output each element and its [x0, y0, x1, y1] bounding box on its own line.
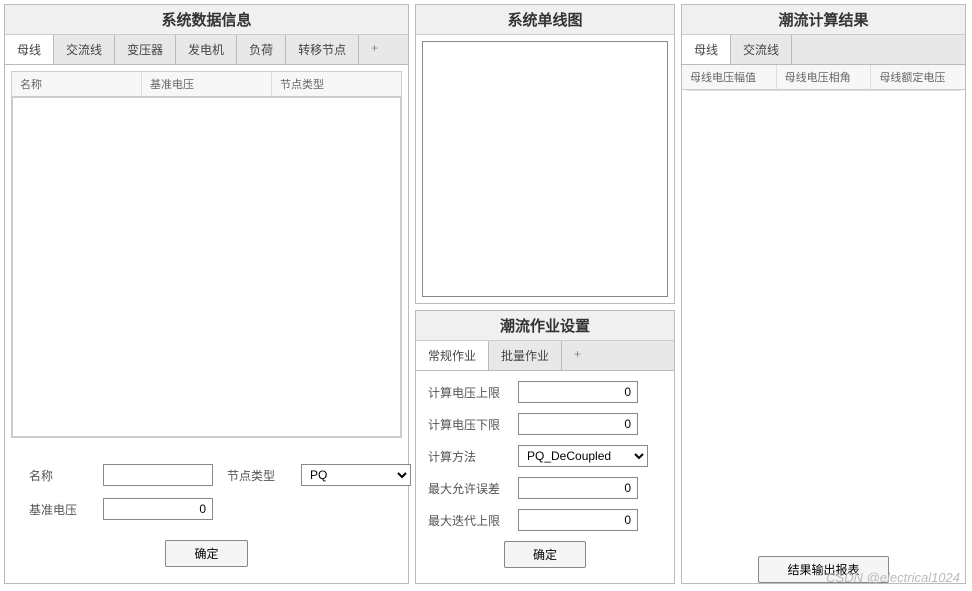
system-data-tabs: 母线 交流线 变压器 发电机 负荷 转移节点 +: [5, 35, 408, 65]
bus-form: 名称 节点类型 PQ 基准电压: [5, 444, 408, 530]
vupper-label: 计算电压上限: [428, 384, 508, 401]
watermark: CSDN @electrical1024: [826, 570, 960, 585]
col-vangle: 母线电压相角: [777, 65, 872, 89]
base-voltage-label: 基准电压: [29, 501, 89, 518]
col-name: 名称: [12, 72, 142, 96]
method-label: 计算方法: [428, 448, 508, 465]
settings-tabs: 常规作业 批量作业 +: [416, 341, 674, 371]
settings-add-tab-icon[interactable]: +: [562, 341, 593, 370]
col-base-voltage: 基准电压: [142, 72, 272, 96]
tol-input[interactable]: [518, 477, 638, 499]
add-tab-icon[interactable]: +: [359, 35, 390, 64]
bus-table-header: 名称 基准电压 节点类型: [12, 72, 401, 97]
tab-acline[interactable]: 交流线: [54, 35, 115, 64]
tol-label: 最大允许误差: [428, 480, 508, 497]
results-tab-bus[interactable]: 母线: [682, 35, 731, 64]
method-select[interactable]: PQ_DeCoupled: [518, 445, 648, 467]
vupper-input[interactable]: [518, 381, 638, 403]
settings-form: 计算电压上限 计算电压下限 计算方法 PQ_DeCoupled 最大允许误差: [416, 371, 674, 578]
tab-transfer-node[interactable]: 转移节点: [286, 35, 359, 64]
node-type-select[interactable]: PQ: [301, 464, 411, 486]
col-vrated: 母线额定电压: [871, 65, 965, 89]
col-node-type: 节点类型: [272, 72, 401, 96]
results-tab-acline[interactable]: 交流线: [731, 35, 792, 64]
results-table-header: 母线电压幅值 母线电压相角 母线额定电压: [682, 65, 965, 90]
tab-load[interactable]: 负荷: [237, 35, 286, 64]
tab-transformer[interactable]: 变压器: [115, 35, 176, 64]
settings-title: 潮流作业设置: [416, 311, 674, 341]
settings-panel: 潮流作业设置 常规作业 批量作业 + 计算电压上限 计算电压下限 计算方法: [415, 310, 675, 584]
bus-submit-button[interactable]: 确定: [165, 540, 247, 567]
col-vmag: 母线电压幅值: [682, 65, 777, 89]
name-input[interactable]: [103, 464, 213, 486]
diagram-panel: 系统单线图: [415, 4, 675, 304]
settings-submit-button[interactable]: 确定: [504, 541, 586, 568]
tab-batch-job[interactable]: 批量作业: [489, 341, 562, 370]
node-type-label: 节点类型: [227, 467, 287, 484]
name-label: 名称: [29, 467, 89, 484]
system-data-panel: 系统数据信息 母线 交流线 变压器 发电机 负荷 转移节点 + 名称 基准电压 …: [4, 4, 409, 584]
vlower-input[interactable]: [518, 413, 638, 435]
results-title: 潮流计算结果: [682, 5, 965, 35]
tab-bus[interactable]: 母线: [5, 35, 54, 64]
results-panel: 潮流计算结果 母线 交流线 母线电压幅值 母线电压相角 母线额定电压 结果输出报…: [681, 4, 966, 584]
maxiter-label: 最大迭代上限: [428, 512, 508, 529]
system-data-title: 系统数据信息: [5, 5, 408, 35]
base-voltage-input[interactable]: [103, 498, 213, 520]
bus-table-body[interactable]: [12, 97, 401, 437]
results-table-body[interactable]: [686, 90, 961, 512]
bus-table: 名称 基准电压 节点类型: [11, 71, 402, 438]
tab-generator[interactable]: 发电机: [176, 35, 237, 64]
diagram-title: 系统单线图: [416, 5, 674, 35]
vlower-label: 计算电压下限: [428, 416, 508, 433]
diagram-canvas[interactable]: [422, 41, 668, 297]
tab-normal-job[interactable]: 常规作业: [416, 341, 489, 370]
maxiter-input[interactable]: [518, 509, 638, 531]
results-tabs: 母线 交流线: [682, 35, 965, 65]
